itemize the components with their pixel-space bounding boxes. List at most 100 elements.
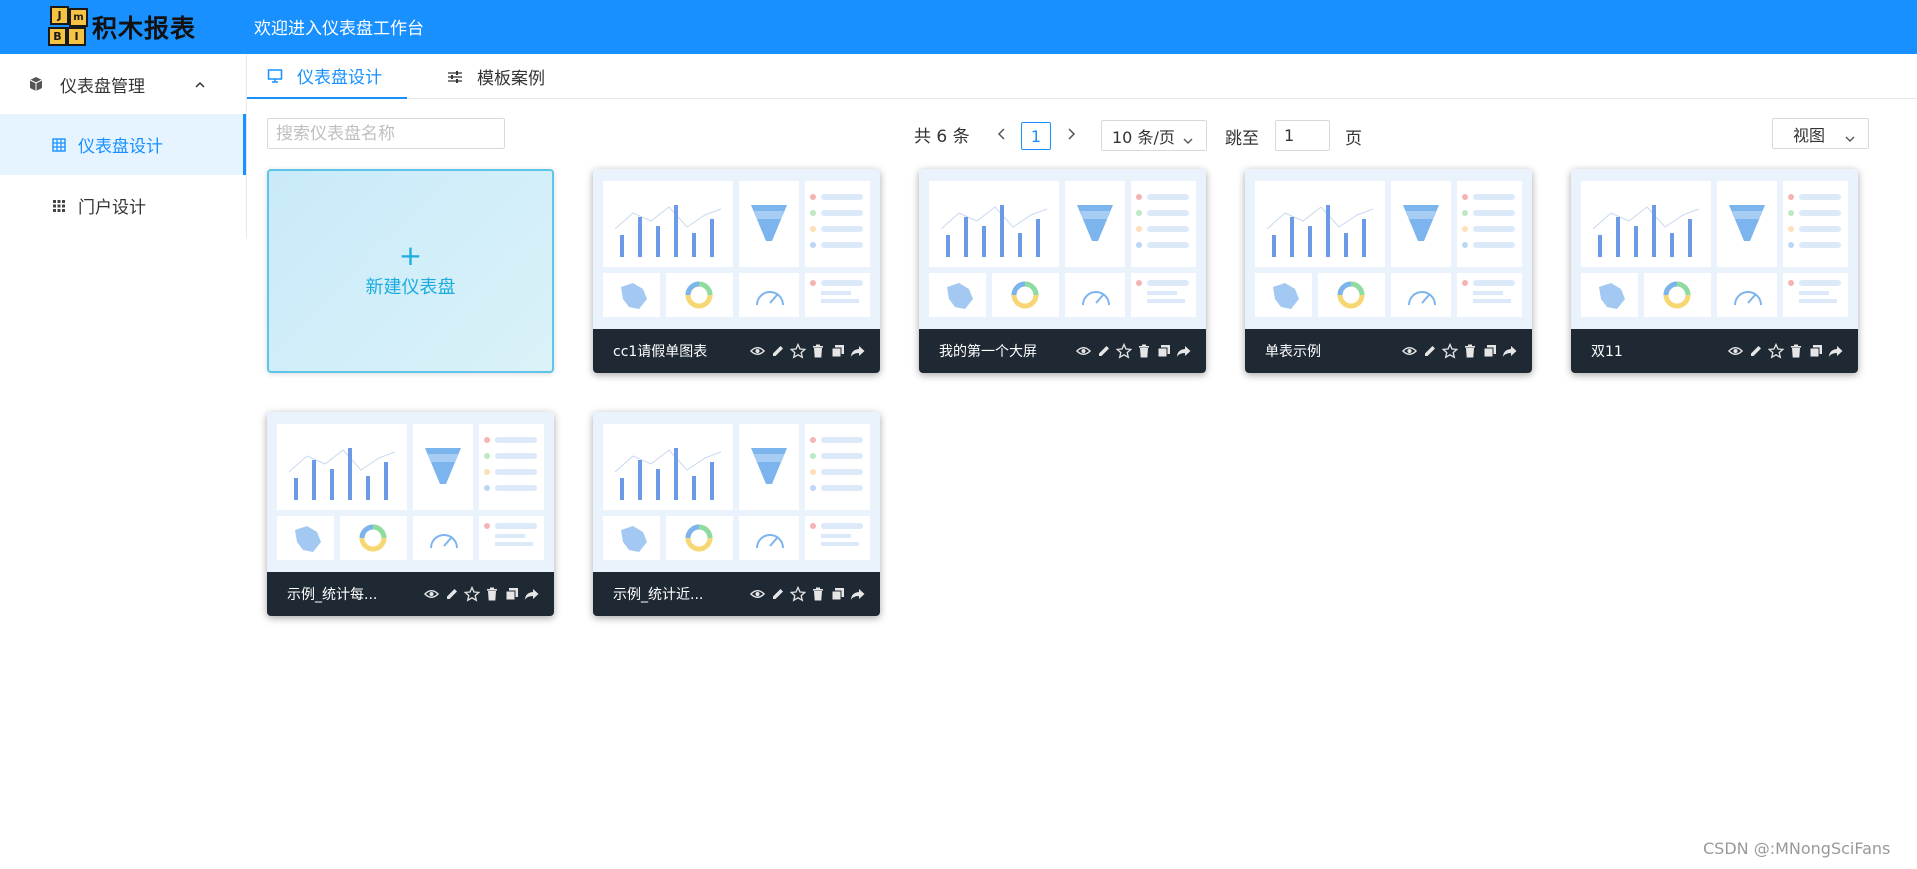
chevron-down-icon — [1182, 131, 1194, 150]
dashboard-thumbnail — [1245, 169, 1532, 329]
monitor-icon — [267, 68, 283, 84]
copy-icon[interactable] — [1481, 342, 1498, 360]
tab-dashboard-design[interactable]: 仪表盘设计 — [247, 54, 407, 99]
eye-icon[interactable] — [749, 342, 766, 360]
edit-icon[interactable] — [443, 585, 460, 603]
edit-icon[interactable] — [769, 585, 786, 603]
new-dashboard-card[interactable]: + 新建仪表盘 — [267, 169, 554, 373]
share-icon[interactable] — [1175, 342, 1192, 360]
dashboard-thumbnail — [267, 412, 554, 572]
eye-icon[interactable] — [1075, 342, 1092, 360]
trash-icon[interactable] — [1135, 342, 1152, 360]
dashboard-card[interactable]: 示例_统计每... — [267, 412, 554, 616]
share-icon[interactable] — [849, 585, 866, 603]
tab-label: 仪表盘设计 — [297, 68, 382, 88]
tab-template-cases[interactable]: 模板案例 — [447, 54, 545, 99]
watermark: CSDN @:MNongSciFans — [1703, 839, 1891, 858]
dashboard-thumbnail — [919, 169, 1206, 329]
edit-icon[interactable] — [1095, 342, 1112, 360]
card-actions — [423, 585, 540, 603]
card-title: 示例_统计近... — [613, 587, 704, 603]
dashboard-card[interactable]: cc1请假单图表 — [593, 169, 880, 373]
card-thumbnail[interactable] — [1245, 169, 1532, 329]
card-thumbnail[interactable] — [267, 412, 554, 572]
card-footer: 我的第一个大屏 — [919, 329, 1206, 373]
dashboard-card[interactable]: 我的第一个大屏 — [919, 169, 1206, 373]
star-icon[interactable] — [1115, 342, 1132, 360]
trash-icon[interactable] — [809, 342, 826, 360]
sidebar-group-label: 仪表盘管理 — [60, 76, 145, 97]
view-mode-select[interactable]: 视图 — [1772, 118, 1869, 149]
cube-icon — [28, 76, 44, 92]
current-page-button[interactable]: 1 — [1021, 122, 1051, 150]
copy-icon[interactable] — [1807, 342, 1824, 360]
page-size-value: 10 条/页 — [1112, 127, 1175, 147]
star-icon[interactable] — [789, 342, 806, 360]
trash-icon[interactable] — [483, 585, 500, 603]
jump-unit: 页 — [1345, 129, 1362, 149]
star-icon[interactable] — [1767, 342, 1784, 360]
search-input[interactable] — [267, 118, 505, 149]
card-title: 双11 — [1591, 344, 1623, 360]
app-logo[interactable]: J m B I 积木报表 — [48, 5, 196, 49]
next-page-icon[interactable] — [1063, 124, 1079, 144]
card-actions — [1727, 342, 1844, 360]
logo-text: 积木报表 — [92, 14, 197, 43]
trash-icon[interactable] — [1461, 342, 1478, 360]
copy-icon[interactable] — [503, 585, 520, 603]
jump-label: 跳至 — [1225, 129, 1259, 149]
apps-grid-icon — [52, 199, 66, 213]
card-actions — [1401, 342, 1518, 360]
sidebar-item-portal-design[interactable]: 门户设计 — [0, 175, 246, 236]
logo-blocks-icon: J m B I — [48, 6, 90, 48]
trash-icon[interactable] — [809, 585, 826, 603]
star-icon[interactable] — [463, 585, 480, 603]
dashboard-card[interactable]: 示例_统计近... — [593, 412, 880, 616]
new-dashboard-label: 新建仪表盘 — [365, 277, 456, 298]
sliders-icon — [447, 69, 463, 85]
logo-block: I — [67, 27, 86, 46]
trash-icon[interactable] — [1787, 342, 1804, 360]
dashboard-card[interactable]: 单表示例 — [1245, 169, 1532, 373]
share-icon[interactable] — [849, 342, 866, 360]
sidebar-item-label: 门户设计 — [78, 198, 146, 218]
dashboard-thumbnail — [1571, 169, 1858, 329]
chevron-down-icon — [1844, 129, 1856, 148]
logo-block: B — [48, 27, 67, 46]
dashboard-card[interactable]: 双11 — [1571, 169, 1858, 373]
jump-page-input[interactable] — [1275, 120, 1330, 151]
card-footer: 示例_统计近... — [593, 572, 880, 616]
edit-icon[interactable] — [1421, 342, 1438, 360]
share-icon[interactable] — [523, 585, 540, 603]
card-actions — [1075, 342, 1192, 360]
card-title: cc1请假单图表 — [613, 344, 708, 360]
logo-block: m — [69, 8, 88, 27]
card-thumbnail[interactable] — [919, 169, 1206, 329]
copy-icon[interactable] — [829, 342, 846, 360]
eye-icon[interactable] — [749, 585, 766, 603]
share-icon[interactable] — [1501, 342, 1518, 360]
eye-icon[interactable] — [423, 585, 440, 603]
star-icon[interactable] — [789, 585, 806, 603]
star-icon[interactable] — [1441, 342, 1458, 360]
copy-icon[interactable] — [1155, 342, 1172, 360]
card-thumbnail[interactable] — [593, 169, 880, 329]
edit-icon[interactable] — [769, 342, 786, 360]
card-title: 单表示例 — [1265, 344, 1321, 360]
card-thumbnail[interactable] — [1571, 169, 1858, 329]
pagination-total: 共 6 条 — [914, 127, 970, 147]
sidebar-item-dashboard-design[interactable]: 仪表盘设计 — [0, 114, 246, 175]
copy-icon[interactable] — [829, 585, 846, 603]
card-thumbnail[interactable] — [593, 412, 880, 572]
page-size-select[interactable]: 10 条/页 — [1101, 120, 1207, 151]
prev-page-icon[interactable] — [994, 124, 1010, 144]
eye-icon[interactable] — [1401, 342, 1418, 360]
edit-icon[interactable] — [1747, 342, 1764, 360]
eye-icon[interactable] — [1727, 342, 1744, 360]
share-icon[interactable] — [1827, 342, 1844, 360]
card-footer: 示例_统计每... — [267, 572, 554, 616]
welcome-text: 欢迎进入仪表盘工作台 — [254, 19, 424, 39]
chevron-up-icon[interactable] — [194, 76, 206, 96]
sidebar-group-dashboard-management[interactable]: 仪表盘管理 — [0, 54, 246, 114]
plus-icon: + — [398, 239, 423, 272]
